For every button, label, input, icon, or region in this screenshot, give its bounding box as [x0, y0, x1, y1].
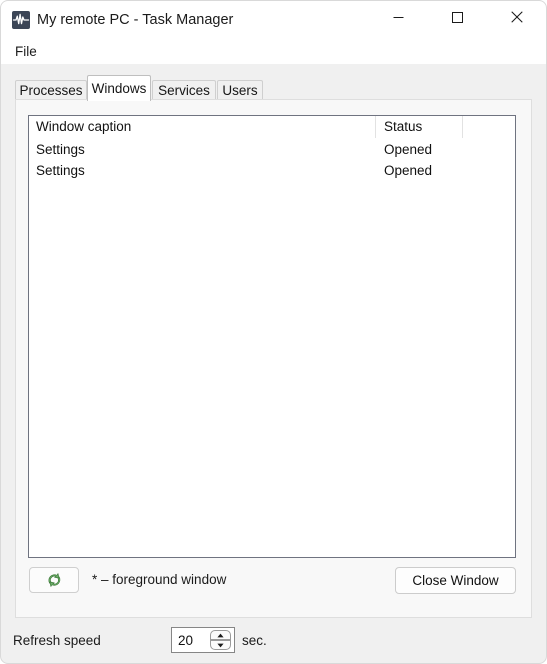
close-icon — [510, 11, 523, 23]
title-bar: My remote PC - Task Manager — [1, 1, 546, 39]
close-window-button[interactable]: Close Window — [395, 567, 516, 594]
refresh-speed-stepper[interactable]: 20 — [171, 627, 235, 653]
refresh-arrows-icon — [48, 573, 60, 587]
stepper-decrement-button[interactable] — [210, 640, 231, 650]
foreground-window-legend: * – foreground window — [92, 572, 227, 587]
close-button[interactable] — [494, 1, 539, 33]
windows-list[interactable]: Window caption Status Settings Opened Se… — [28, 115, 516, 558]
refresh-speed-label: Refresh speed — [13, 633, 101, 648]
cell-window-caption: Settings — [36, 142, 85, 157]
minimize-icon — [393, 16, 404, 18]
menu-bar: File — [1, 39, 546, 64]
tab-processes[interactable]: Processes — [15, 80, 87, 101]
tab-strip: Processes Windows Services Users — [1, 64, 546, 101]
menu-item-file[interactable]: File — [11, 42, 41, 61]
triangle-down-icon — [217, 643, 224, 647]
tab-users[interactable]: Users — [217, 80, 263, 101]
windows-tab-panel: Window caption Status Settings Opened Se… — [15, 99, 532, 618]
list-header-row: Window caption Status — [29, 116, 515, 137]
maximize-icon — [452, 11, 463, 23]
stepper-buttons — [210, 630, 231, 651]
refresh-speed-value[interactable]: 20 — [178, 632, 193, 649]
taskmanager-pulse-icon — [12, 11, 30, 29]
tab-windows[interactable]: Windows — [87, 75, 151, 101]
triangle-up-icon — [217, 633, 224, 637]
stepper-increment-button[interactable] — [210, 630, 231, 640]
window-title: My remote PC - Task Manager — [37, 12, 234, 28]
refresh-button[interactable] — [29, 567, 79, 593]
tab-services[interactable]: Services — [152, 80, 216, 101]
task-manager-window: My remote PC - Task Manager File Process… — [0, 0, 547, 664]
table-row[interactable]: Settings Opened — [29, 160, 515, 181]
column-header-status[interactable]: Status — [384, 116, 422, 137]
maximize-button[interactable] — [435, 1, 480, 33]
cell-window-caption: Settings — [36, 163, 85, 178]
minimize-button[interactable] — [376, 1, 421, 33]
cell-status: Opened — [384, 142, 433, 157]
column-header-window-caption[interactable]: Window caption — [36, 116, 131, 137]
cell-status: Opened — [384, 163, 433, 178]
table-row[interactable]: Settings Opened — [29, 139, 515, 160]
refresh-speed-unit: sec. — [242, 633, 267, 648]
